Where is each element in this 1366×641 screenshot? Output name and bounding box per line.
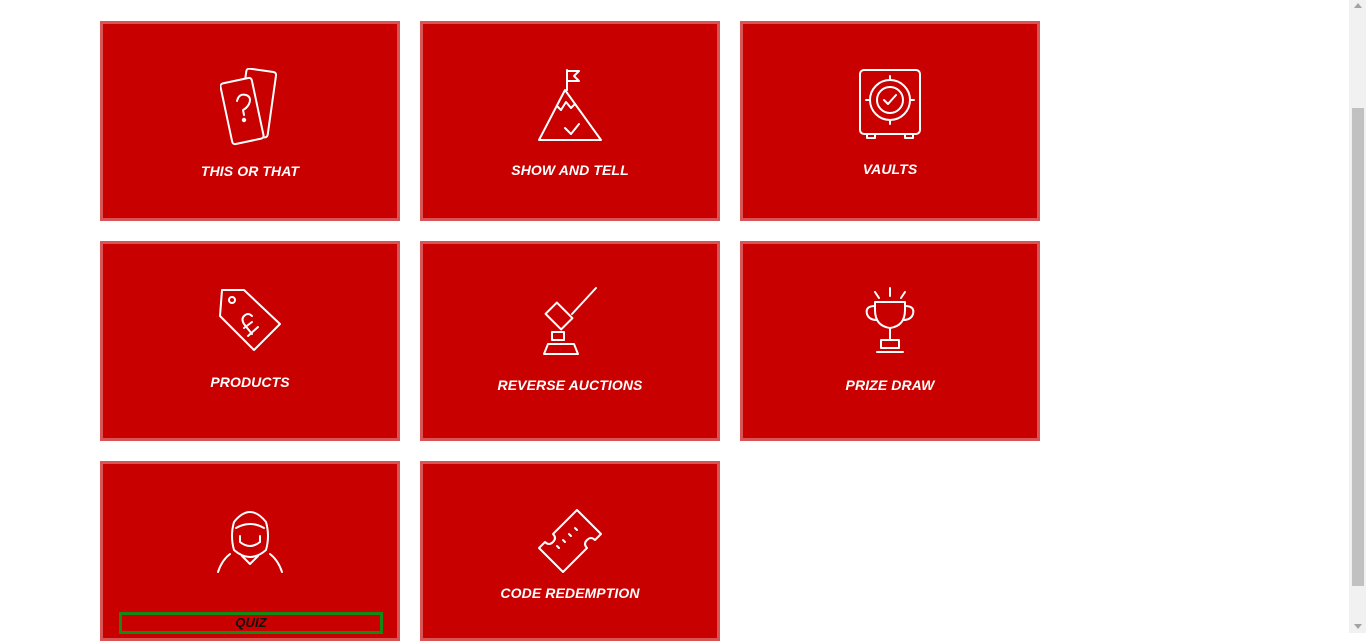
tile-label: SHOW AND TELL	[511, 162, 629, 178]
tile-label: QUIZ	[235, 615, 267, 630]
scroll-down-arrow-icon[interactable]	[1354, 624, 1362, 629]
tile-label: REVERSE AUCTIONS	[497, 377, 643, 393]
tile-quiz[interactable]: QUIZ	[100, 461, 400, 641]
ticket-icon	[538, 509, 602, 573]
scrollbar-thumb[interactable]	[1352, 108, 1364, 586]
tile-prize-draw[interactable]: PRIZE DRAW	[740, 241, 1040, 441]
quiz-focus-box[interactable]: QUIZ	[119, 612, 383, 634]
mountain-flag-icon	[538, 69, 602, 141]
vault-safe-icon	[859, 69, 921, 139]
tile-show-and-tell[interactable]: SHOW AND TELL	[420, 21, 720, 221]
tile-vaults[interactable]: VAULTS	[740, 21, 1040, 221]
gavel-icon	[543, 287, 597, 355]
quiz-host-icon	[217, 511, 283, 573]
scroll-up-arrow-icon[interactable]	[1354, 3, 1362, 8]
tile-reverse-auctions[interactable]: REVERSE AUCTIONS	[420, 241, 720, 441]
price-tag-pound-icon	[219, 289, 281, 351]
tile-label: PRODUCTS	[210, 374, 290, 390]
tile-this-or-that[interactable]: THIS OR THAT	[100, 21, 400, 221]
tile-label: PRIZE DRAW	[845, 377, 935, 393]
tile-products[interactable]: PRODUCTS	[100, 241, 400, 441]
vertical-scrollbar[interactable]	[1349, 0, 1366, 633]
tile-code-redemption[interactable]: CODE REDEMPTION	[420, 461, 720, 641]
tile-label: CODE REDEMPTION	[500, 585, 640, 601]
tile-label: VAULTS	[862, 161, 918, 177]
question-cards-icon	[220, 68, 278, 146]
tile-label: THIS OR THAT	[200, 163, 300, 179]
trophy-icon	[865, 287, 915, 353]
